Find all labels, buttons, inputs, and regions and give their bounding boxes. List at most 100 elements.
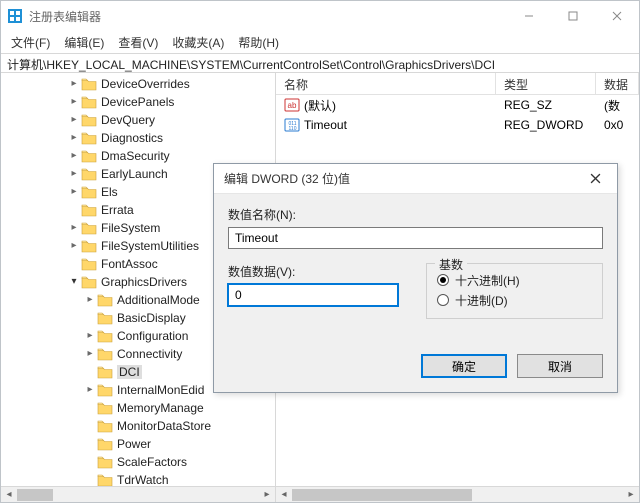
tree-item-label: Errata [101, 203, 134, 217]
svg-text:110: 110 [289, 126, 297, 132]
table-row[interactable]: ab (默认) REG_SZ(数 [276, 95, 639, 115]
base-legend: 基数 [435, 256, 467, 273]
menu-help[interactable]: 帮助(H) [232, 32, 285, 53]
folder-icon [97, 311, 113, 325]
value-name: (默认) [304, 97, 336, 114]
tree-item-label: MonitorDataStore [117, 419, 211, 433]
dword-value-icon: 011110 [284, 117, 300, 133]
folder-icon [81, 95, 97, 109]
scroll-left-icon[interactable]: ◂ [1, 487, 17, 503]
tree-item[interactable]: Power [3, 435, 275, 453]
tree-item-label: DevQuery [101, 113, 155, 127]
tree-item-label: Power [117, 437, 151, 451]
radio-empty-icon [437, 294, 449, 306]
tree-scrollbar-horizontal[interactable]: ◂ ▸ [1, 486, 275, 502]
folder-icon [81, 185, 97, 199]
tree-item-label: Diagnostics [101, 131, 163, 145]
tree-item-label: DmaSecurity [101, 149, 170, 163]
titlebar: 注册表编辑器 [1, 1, 639, 31]
folder-icon [97, 455, 113, 469]
folder-icon [81, 257, 97, 271]
tree-item-label: BasicDisplay [117, 311, 186, 325]
folder-icon [81, 149, 97, 163]
scroll-thumb[interactable] [292, 489, 472, 501]
tree-item[interactable]: ScaleFactors [3, 453, 275, 471]
tree-item-label: MemoryManage [117, 401, 204, 415]
table-row[interactable]: 011110TimeoutREG_DWORD0x0 [276, 115, 639, 135]
folder-icon [97, 437, 113, 451]
ok-button[interactable]: 确定 [421, 354, 507, 378]
tree-item-label: ScaleFactors [117, 455, 187, 469]
value-type: REG_DWORD [496, 118, 596, 132]
tree-item[interactable]: ▸DevQuery [3, 111, 275, 129]
tree-item-label: FileSystemUtilities [101, 239, 199, 253]
tree-item-label: EarlyLaunch [101, 167, 168, 181]
folder-icon [81, 113, 97, 127]
folder-icon [97, 347, 113, 361]
tree-item-label: GraphicsDrivers [101, 275, 187, 289]
address-bar[interactable]: 计算机\HKEY_LOCAL_MACHINE\SYSTEM\CurrentCon… [1, 53, 639, 73]
cancel-button[interactable]: 取消 [517, 354, 603, 378]
value-data-field[interactable] [228, 284, 398, 306]
maximize-button[interactable] [551, 1, 595, 31]
value-data: 0x0 [596, 118, 639, 132]
value-data: (数 [596, 97, 639, 114]
dialog-body: 数值名称(N): 数值数据(V): 基数 十六进制(H) 十进制(D) [214, 194, 617, 354]
menu-view[interactable]: 查看(V) [112, 32, 164, 53]
value-data-label: 数值数据(V): [228, 263, 398, 280]
tree-item[interactable]: ▸DeviceOverrides [3, 75, 275, 93]
menubar: 文件(F) 编辑(E) 查看(V) 收藏夹(A) 帮助(H) [1, 31, 639, 53]
base-group: 基数 十六进制(H) 十进制(D) [426, 263, 603, 319]
menu-file[interactable]: 文件(F) [5, 32, 56, 53]
folder-icon [97, 473, 113, 487]
tree-item-label: TdrWatch [117, 473, 169, 487]
folder-icon [97, 365, 113, 379]
menu-edit[interactable]: 编辑(E) [58, 32, 110, 53]
tree-item[interactable]: ▸DevicePanels [3, 93, 275, 111]
tree-item-label: DCI [117, 365, 142, 379]
radio-dot-icon [437, 274, 449, 286]
radio-hex-label: 十六进制(H) [455, 272, 520, 289]
list-scrollbar-horizontal[interactable]: ◂ ▸ [276, 486, 639, 502]
radio-dec[interactable]: 十进制(D) [437, 290, 592, 310]
svg-text:ab: ab [288, 101, 297, 110]
dialog-title: 编辑 DWORD (32 位)值 [224, 170, 573, 187]
col-type[interactable]: 类型 [496, 73, 596, 94]
close-button[interactable] [595, 1, 639, 31]
col-data[interactable]: 数据 [596, 73, 639, 94]
radio-hex[interactable]: 十六进制(H) [437, 270, 592, 290]
folder-icon [81, 221, 97, 235]
value-name-field[interactable] [228, 227, 603, 249]
scroll-right-icon[interactable]: ▸ [259, 487, 275, 503]
tree-item-label: Configuration [117, 329, 188, 343]
value-name-label: 数值名称(N): [228, 206, 603, 223]
tree-item-label: DevicePanels [101, 95, 174, 109]
tree-item-label: Els [101, 185, 118, 199]
folder-icon [97, 383, 113, 397]
col-name[interactable]: 名称 [276, 73, 496, 94]
folder-icon [97, 329, 113, 343]
tree-item[interactable]: ▸Diagnostics [3, 129, 275, 147]
minimize-button[interactable] [507, 1, 551, 31]
folder-icon [97, 401, 113, 415]
dialog-close-button[interactable] [573, 164, 617, 193]
tree-item-label: DeviceOverrides [101, 77, 190, 91]
folder-icon [81, 203, 97, 217]
menu-favorites[interactable]: 收藏夹(A) [166, 32, 230, 53]
tree-item[interactable]: MonitorDataStore [3, 417, 275, 435]
radio-dec-label: 十进制(D) [455, 292, 508, 309]
list-header: 名称 类型 数据 [276, 73, 639, 95]
folder-icon [97, 293, 113, 307]
scroll-left-icon[interactable]: ◂ [276, 487, 292, 503]
tree-item[interactable]: MemoryManage [3, 399, 275, 417]
tree-item-label: AdditionalMode [117, 293, 200, 307]
folder-icon [81, 275, 97, 289]
tree-item-label: FileSystem [101, 221, 160, 235]
folder-icon [81, 77, 97, 91]
tree-item-label: Connectivity [117, 347, 182, 361]
scroll-right-icon[interactable]: ▸ [623, 487, 639, 503]
value-type: REG_SZ [496, 98, 596, 112]
dialog-buttons: 确定 取消 [214, 354, 617, 392]
folder-icon [81, 167, 97, 181]
scroll-thumb[interactable] [17, 489, 53, 501]
